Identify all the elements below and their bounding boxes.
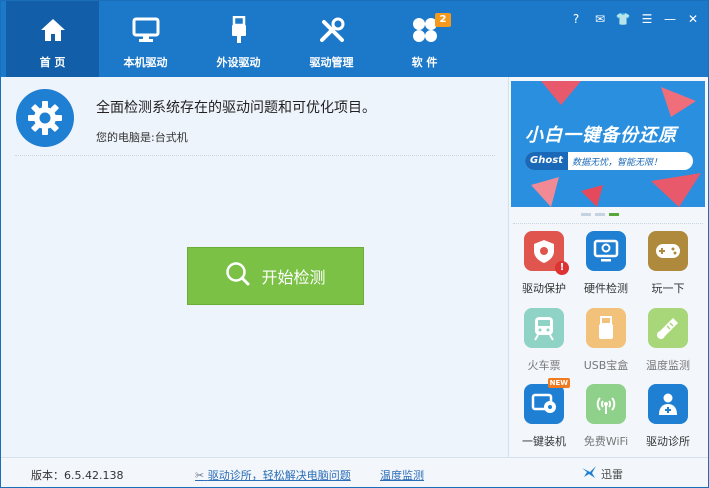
app-one-click-install[interactable]: NEW 一键装机 xyxy=(513,378,575,454)
tab-software-label: 软 件 xyxy=(411,56,438,69)
search-icon xyxy=(225,261,251,291)
xunlei-link[interactable]: 迅雷 xyxy=(581,465,623,482)
app-label: 驱动保护 xyxy=(522,282,566,295)
app-free-wifi[interactable]: 免费WiFi xyxy=(575,384,637,454)
start-scan-button[interactable]: 开始检测 xyxy=(187,247,364,305)
software-update-badge: 2 xyxy=(435,13,451,27)
app-driver-clinic[interactable]: 驱动诊所 xyxy=(637,384,699,454)
tab-software[interactable]: 软 件 xyxy=(378,1,471,77)
pager-dot-active[interactable] xyxy=(609,213,619,216)
warning-icon: ! xyxy=(555,261,569,275)
monitor-search-icon xyxy=(586,231,626,271)
driver-app-window: 首 页 本机驱动 外设驱动 驱动管理 软 件 2 ? ✉ 👕 ☰ — ✕ 全面检… xyxy=(0,0,709,488)
banner-ghost-bar: Ghost 数据无忧，智能无限！ xyxy=(525,152,693,170)
wrench-icon: ✂ xyxy=(195,469,205,482)
app-label: 免费WiFi xyxy=(583,435,629,448)
app-label: 硬件检测 xyxy=(584,282,628,295)
usb-plug-icon xyxy=(224,15,254,45)
new-badge: NEW xyxy=(547,378,570,388)
tab-driver-management-label: 驱动管理 xyxy=(309,56,354,69)
app-usb-box[interactable]: USB宝盒 xyxy=(575,308,637,378)
home-icon xyxy=(38,15,68,45)
usb-box-icon xyxy=(586,308,626,348)
divider xyxy=(15,155,495,156)
top-navigation-bar: 首 页 本机驱动 外设驱动 驱动管理 软 件 2 ? ✉ 👕 ☰ — ✕ xyxy=(1,1,708,77)
divider xyxy=(513,223,703,224)
tab-peripheral-drivers[interactable]: 外设驱动 xyxy=(192,1,285,77)
right-sidebar: 小白一键备份还原 Ghost 数据无忧，智能无限！ ! 驱动保护 硬件检测 玩一… xyxy=(508,77,708,457)
app-label: 火车票 xyxy=(527,359,561,372)
gear-icon xyxy=(16,89,74,147)
start-scan-label: 开始检测 xyxy=(261,268,326,287)
status-bar: 版本：6.5.42.138 ✂ 驱动诊所，轻松解决电脑问题 温度监测 迅雷 xyxy=(1,457,708,487)
banner-title: 小白一键备份还原 xyxy=(525,125,677,146)
app-label: 玩一下 xyxy=(651,282,685,295)
pager-dot[interactable] xyxy=(595,213,605,216)
tab-home-label: 首 页 xyxy=(39,56,66,69)
banner-ghost-label: Ghost xyxy=(525,152,568,170)
minimize-button[interactable]: — xyxy=(662,11,678,27)
help-icon[interactable]: ? xyxy=(568,11,584,27)
wifi-icon xyxy=(586,384,626,424)
app-play[interactable]: 玩一下 xyxy=(637,231,699,301)
gamepad-icon xyxy=(648,231,688,271)
app-label: 温度监测 xyxy=(646,359,690,372)
tools-icon xyxy=(317,15,347,45)
tab-driver-management[interactable]: 驱动管理 xyxy=(285,1,378,77)
app-hardware-check[interactable]: 硬件检测 xyxy=(575,231,637,301)
app-label: 驱动诊所 xyxy=(646,435,690,448)
promo-banner[interactable]: 小白一键备份还原 Ghost 数据无忧，智能无限！ xyxy=(511,81,705,207)
driver-clinic-link-label: 驱动诊所，轻松解决电脑问题 xyxy=(207,469,351,482)
feedback-icon[interactable]: ✉ xyxy=(592,11,608,27)
pager-dot[interactable] xyxy=(581,213,591,216)
temperature-monitor-link[interactable]: 温度监测 xyxy=(380,467,424,483)
banner-pager xyxy=(581,213,619,216)
driver-clinic-link[interactable]: ✂ 驱动诊所，轻松解决电脑问题 xyxy=(195,467,351,483)
app-label: 一键装机 xyxy=(522,435,566,448)
xunlei-label: 迅雷 xyxy=(601,467,623,481)
train-icon xyxy=(524,308,564,348)
menu-icon[interactable]: ☰ xyxy=(639,11,655,27)
app-temperature-monitor[interactable]: 温度监测 xyxy=(637,308,699,378)
tab-peripheral-drivers-label: 外设驱动 xyxy=(216,56,261,69)
tab-local-drivers[interactable]: 本机驱动 xyxy=(99,1,192,77)
skin-icon[interactable]: 👕 xyxy=(615,11,631,27)
app-label: USB宝盒 xyxy=(583,359,629,372)
computer-type-text: 您的电脑是:台式机 xyxy=(96,131,188,144)
app-driver-protection[interactable]: ! 驱动保护 xyxy=(513,231,575,301)
thermometer-icon xyxy=(648,308,688,348)
shield-alert-icon: ! xyxy=(524,231,569,275)
page-headline: 全面检测系统存在的驱动问题和可优化项目。 xyxy=(96,100,376,116)
monitor-icon xyxy=(131,15,161,45)
bird-icon xyxy=(581,465,597,482)
banner-slogan: 数据无忧，智能无限！ xyxy=(571,157,662,168)
tab-local-drivers-label: 本机驱动 xyxy=(123,56,168,69)
close-button[interactable]: ✕ xyxy=(685,11,701,27)
version-text: 版本：6.5.42.138 xyxy=(31,469,124,482)
main-panel: 全面检测系统存在的驱动问题和可优化项目。 您的电脑是:台式机 开始检测 xyxy=(1,77,507,457)
disk-install-icon: NEW xyxy=(524,378,570,424)
doctor-icon xyxy=(648,384,688,424)
app-train-tickets[interactable]: 火车票 xyxy=(513,308,575,378)
tab-home[interactable]: 首 页 xyxy=(6,1,99,77)
